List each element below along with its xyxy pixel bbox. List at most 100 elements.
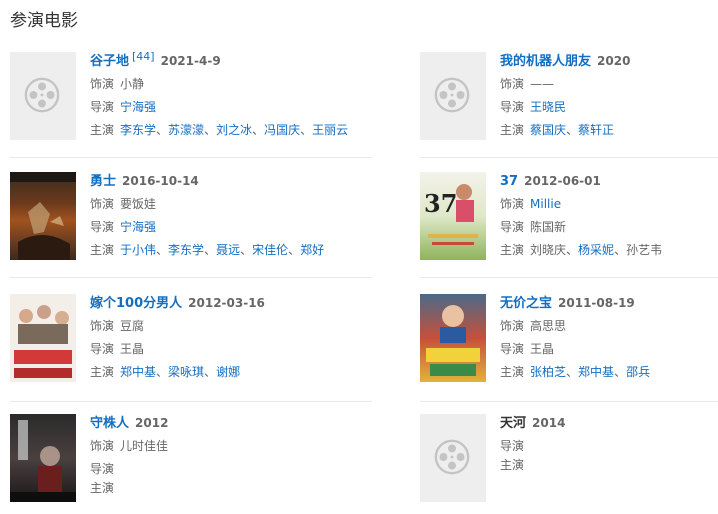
role-label: 饰演: [500, 319, 525, 333]
movie-poster[interactable]: 37: [420, 172, 486, 260]
role-value: 儿时佳佳: [120, 439, 169, 453]
movie-poster-placeholder[interactable]: [10, 52, 76, 140]
cast-value: 刘晓庆: [530, 243, 567, 257]
film-reel-icon: [24, 77, 60, 113]
release-date: 2012: [135, 416, 169, 430]
cast-label: 主演: [500, 458, 525, 472]
movie-poster-placeholder[interactable]: [420, 52, 486, 140]
movie-card: 谷子地 [44] 2021-4-9 饰演 小静 导演 宁海强 主演 李东学、苏濛濛、刘之冰…: [10, 50, 348, 152]
director-value: 陈国新: [530, 220, 567, 234]
cast-label: 主演: [90, 123, 115, 137]
release-date: 2012-06-01: [524, 174, 601, 188]
release-date: 2012-03-16: [188, 296, 265, 310]
movie-card: 37 37 2012-06-01 饰演 Millie 导演 陈国新 主演 刘晓庆、杨采妮…: [420, 172, 718, 272]
cast-link[interactable]: 王丽云: [312, 123, 348, 137]
movie-card: 天河 2014 导演 主演: [420, 414, 718, 514]
role-label: 饰演: [500, 197, 525, 211]
divider: [10, 157, 372, 158]
director-label: 导演: [90, 462, 115, 476]
divider: [420, 157, 718, 158]
movie-title[interactable]: 勇士: [90, 174, 116, 189]
cast-link[interactable]: 谢娜: [216, 365, 240, 379]
director-value: 王晶: [530, 342, 555, 356]
cast-link[interactable]: 于小伟: [120, 243, 156, 257]
film-reel-icon: [434, 77, 470, 113]
divider: [10, 277, 372, 278]
director-link[interactable]: 宁海强: [120, 100, 156, 114]
role-value: 小静: [120, 77, 145, 91]
movie-poster[interactable]: [10, 172, 76, 260]
role-link[interactable]: Millie: [530, 197, 561, 211]
role-value: 高思思: [530, 319, 567, 333]
cast-link[interactable]: 宋佳伦: [252, 243, 288, 257]
movie-card: 嫁个100分男人 2012-03-16 饰演 豆腐 导演 王晶 主演 郑中基、梁咏琪、谢…: [10, 294, 310, 394]
director-label: 导演: [500, 439, 525, 453]
role-label: 饰演: [90, 439, 115, 453]
movie-poster[interactable]: [10, 294, 76, 382]
divider: [420, 401, 718, 402]
cast-label: 主演: [500, 365, 525, 379]
cast-link[interactable]: 郑好: [300, 243, 324, 257]
movie-title[interactable]: 37: [500, 174, 518, 189]
director-link[interactable]: 宁海强: [120, 220, 156, 234]
release-date: 2021-4-9: [160, 54, 221, 68]
cast-label: 主演: [500, 243, 525, 257]
director-label: 导演: [500, 100, 525, 114]
movie-poster[interactable]: [420, 294, 486, 382]
movie-title[interactable]: 无价之宝: [500, 296, 552, 311]
citation-link[interactable]: [44]: [132, 50, 155, 63]
role-label: 饰演: [500, 77, 525, 91]
cast-link[interactable]: 李东学: [168, 243, 204, 257]
section-title: 参演电影: [10, 11, 78, 31]
release-date: 2016-10-14: [122, 174, 199, 188]
cast-link[interactable]: 冯国庆: [264, 123, 300, 137]
cast-label: 主演: [90, 365, 115, 379]
cast-link[interactable]: 杨采妮: [578, 243, 614, 257]
movie-title[interactable]: 守株人: [90, 416, 129, 431]
role-value: ——: [530, 77, 555, 91]
movie-title[interactable]: 谷子地: [90, 54, 129, 69]
movie-poster-placeholder[interactable]: [420, 414, 486, 502]
cast-label: 主演: [90, 243, 115, 257]
cast-link[interactable]: 张柏芝: [530, 365, 566, 379]
director-label: 导演: [500, 220, 525, 234]
director-label: 导演: [90, 100, 115, 114]
role-label: 饰演: [90, 319, 115, 333]
cast-link[interactable]: 郑中基: [578, 365, 614, 379]
role-label: 饰演: [90, 77, 115, 91]
cast-label: 主演: [90, 481, 115, 495]
movie-card: 无价之宝 2011-08-19 饰演 高思思 导演 王晶 主演 张柏芝、郑中基、邵兵: [420, 294, 718, 394]
film-reel-icon: [434, 439, 470, 475]
movie-title[interactable]: 嫁个100分男人: [90, 296, 182, 311]
poster-art: [426, 305, 480, 376]
cast-link[interactable]: 刘之冰: [216, 123, 252, 137]
cast-link[interactable]: 邵兵: [626, 365, 650, 379]
director-link[interactable]: 王晓民: [530, 100, 566, 114]
cast-link[interactable]: 郑中基: [120, 365, 156, 379]
movie-poster[interactable]: [10, 414, 76, 502]
movie-card: 守株人 2012 饰演 儿时佳佳 导演 主演: [10, 414, 310, 514]
release-date: 2014: [532, 416, 566, 430]
divider: [420, 277, 718, 278]
cast-link[interactable]: 聂远: [216, 243, 240, 257]
poster-art: 37: [424, 184, 478, 245]
cast-link[interactable]: 蔡轩正: [578, 123, 614, 137]
director-value: 王晶: [120, 342, 145, 356]
movie-card: 勇士 2016-10-14 饰演 要饭娃 导演 宁海强 主演 于小伟、李东学、聂远、宋佳…: [10, 172, 324, 272]
cast-link[interactable]: 李东学: [120, 123, 156, 137]
role-value: 豆腐: [120, 319, 145, 333]
cast-link[interactable]: 苏濛濛: [168, 123, 204, 137]
release-date: 2020: [597, 54, 631, 68]
director-label: 导演: [500, 342, 525, 356]
director-label: 导演: [90, 220, 115, 234]
cast-link[interactable]: 蔡国庆: [530, 123, 566, 137]
cast-label: 主演: [500, 123, 525, 137]
svg-text:37: 37: [424, 189, 457, 218]
movie-title[interactable]: 天河: [500, 416, 526, 431]
movie-title[interactable]: 我的机器人朋友: [500, 54, 591, 69]
cast-link[interactable]: 梁咏琪: [168, 365, 204, 379]
poster-art: [10, 420, 76, 502]
release-date: 2011-08-19: [558, 296, 635, 310]
divider: [10, 401, 372, 402]
role-label: 饰演: [90, 197, 115, 211]
